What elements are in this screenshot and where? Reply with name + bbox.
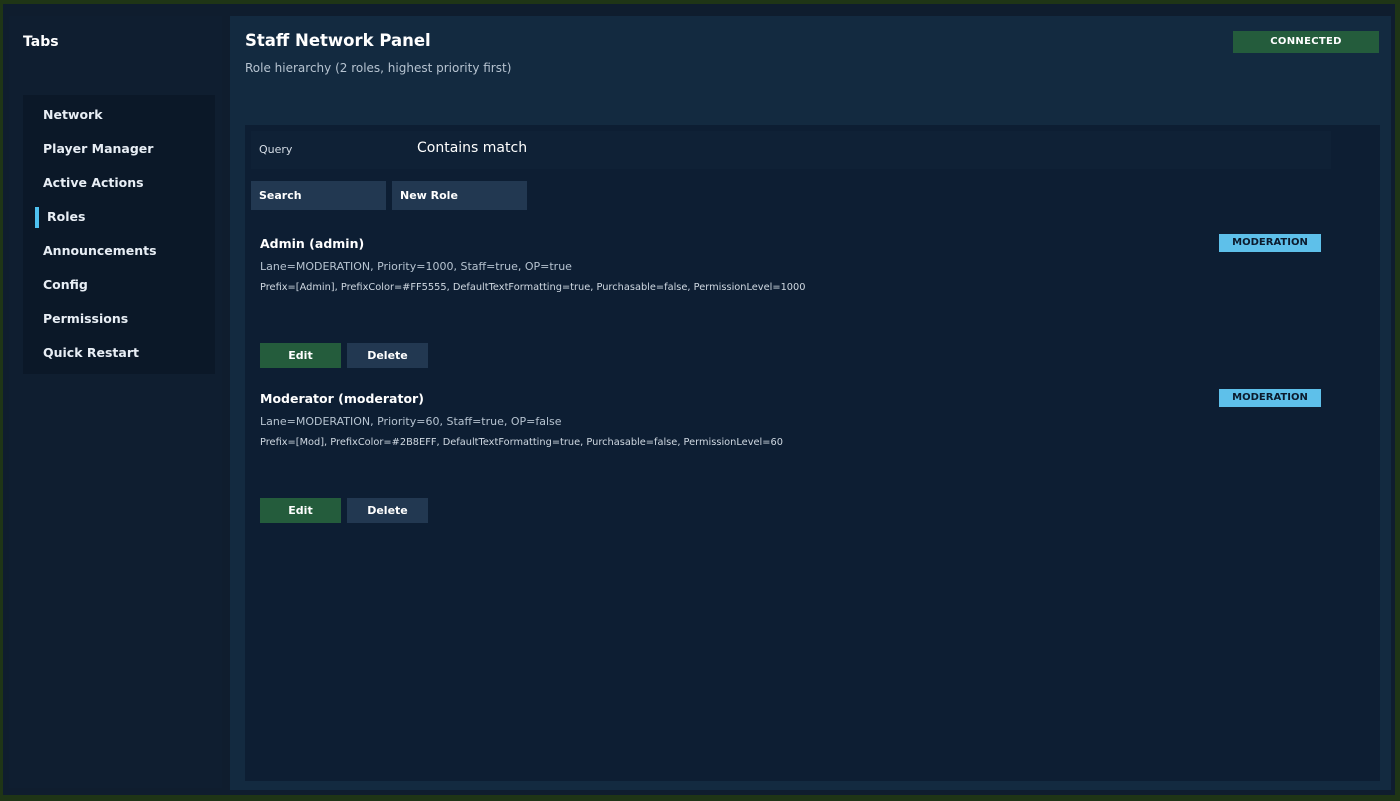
app-window: Tabs Network Player Manager Active Actio… bbox=[3, 4, 1395, 795]
sidebar-item-permissions[interactable]: Permissions bbox=[43, 309, 128, 329]
active-tab-indicator bbox=[35, 207, 39, 228]
sidebar-title: Tabs bbox=[23, 34, 59, 50]
edit-role-button[interactable]: Edit bbox=[260, 498, 341, 523]
role-name: Moderator (moderator) bbox=[260, 391, 424, 406]
roles-content: Query Contains match Search New Role Adm… bbox=[245, 125, 1380, 781]
query-mode[interactable]: Contains match bbox=[417, 140, 527, 156]
role-summary: Lane=MODERATION, Priority=1000, Staff=tr… bbox=[260, 260, 572, 273]
delete-role-button[interactable]: Delete bbox=[347, 498, 428, 523]
lane-badge: MODERATION bbox=[1219, 234, 1321, 252]
search-button[interactable]: Search bbox=[251, 181, 386, 210]
edit-role-button[interactable]: Edit bbox=[260, 343, 341, 368]
role-details: Prefix=[Admin], PrefixColor=#FF5555, Def… bbox=[260, 282, 806, 293]
sidebar-nav: Network Player Manager Active Actions Ro… bbox=[23, 95, 215, 374]
role-details: Prefix=[Mod], PrefixColor=#2B8EFF, Defau… bbox=[260, 437, 783, 448]
sidebar-item-announcements[interactable]: Announcements bbox=[43, 241, 157, 261]
sidebar-item-player-manager[interactable]: Player Manager bbox=[43, 139, 153, 159]
sidebar: Tabs Network Player Manager Active Actio… bbox=[9, 16, 222, 788]
page-subtitle: Role hierarchy (2 roles, highest priorit… bbox=[245, 61, 512, 75]
sidebar-item-quick-restart[interactable]: Quick Restart bbox=[43, 343, 139, 363]
new-role-button[interactable]: New Role bbox=[392, 181, 527, 210]
main-panel: Staff Network Panel Role hierarchy (2 ro… bbox=[230, 16, 1391, 790]
sidebar-item-config[interactable]: Config bbox=[43, 275, 88, 295]
sidebar-item-active-actions[interactable]: Active Actions bbox=[43, 173, 144, 193]
sidebar-item-roles[interactable]: Roles bbox=[47, 207, 85, 227]
connection-status-badge: CONNECTED bbox=[1233, 31, 1379, 53]
page-title: Staff Network Panel bbox=[245, 31, 431, 50]
query-row[interactable]: Query Contains match bbox=[251, 131, 1331, 169]
delete-role-button[interactable]: Delete bbox=[347, 343, 428, 368]
role-name: Admin (admin) bbox=[260, 236, 365, 251]
sidebar-item-network[interactable]: Network bbox=[43, 105, 103, 125]
role-summary: Lane=MODERATION, Priority=60, Staff=true… bbox=[260, 415, 562, 428]
query-label: Query bbox=[259, 143, 293, 156]
lane-badge: MODERATION bbox=[1219, 389, 1321, 407]
